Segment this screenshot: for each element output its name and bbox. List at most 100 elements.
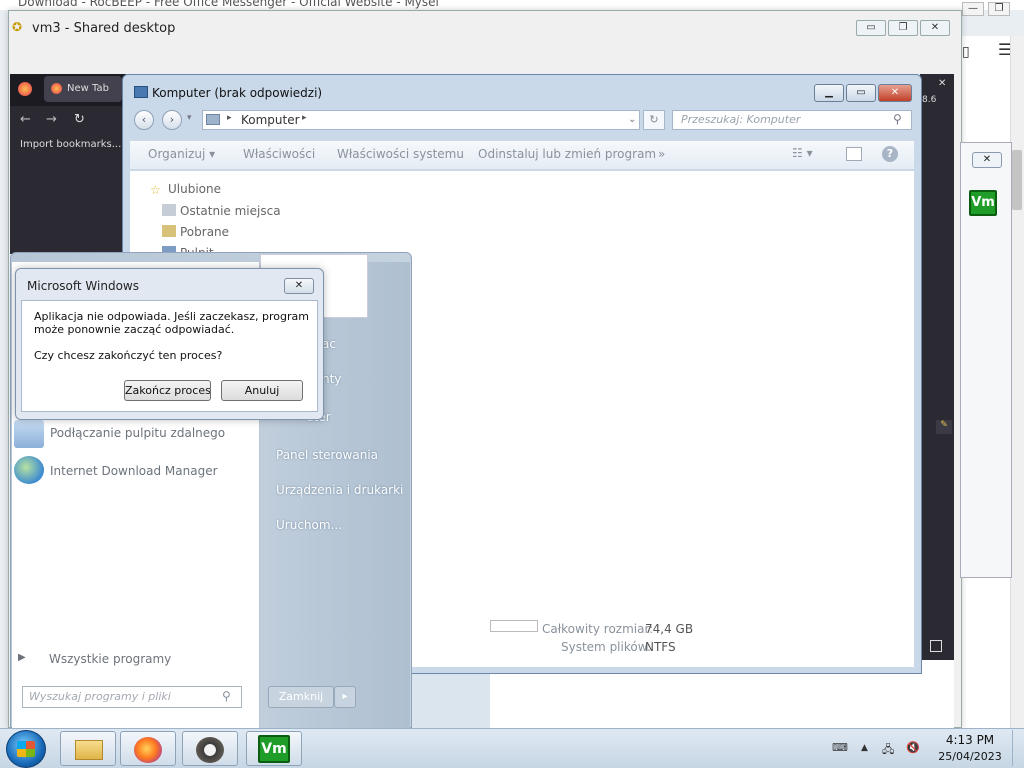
firefox-right-strip (920, 74, 954, 664)
cmd-properties[interactable]: Właściwości (243, 147, 315, 161)
cmd-more[interactable]: » (658, 147, 665, 161)
windows-logo-icon (17, 741, 35, 757)
download-manager-icon (14, 456, 44, 484)
dialog-question: Czy chcesz zakończyć ten proces? (34, 349, 223, 362)
explorer-forward-button[interactable]: › (162, 110, 182, 130)
show-desktop-button[interactable] (1012, 730, 1022, 766)
all-programs-arrow-icon: ▶ (18, 652, 26, 663)
address-chevron-icon[interactable]: ▸ (302, 113, 307, 123)
taskbar-app-raccoon[interactable] (182, 731, 238, 766)
viewer-close-button[interactable]: ✕ (920, 20, 950, 36)
start-search-icon[interactable]: ⚲ (222, 689, 231, 703)
reload-icon[interactable]: ↻ (74, 112, 85, 127)
vm-taskbar-icon: Vm (258, 735, 290, 763)
firefox-icon (18, 82, 32, 96)
taskbar-vm[interactable]: Vm (246, 731, 302, 766)
cmd-organize[interactable]: Organizuj ▾ (148, 147, 215, 161)
viewer-maximize-button[interactable]: ❐ (888, 20, 918, 36)
explorer-title: Komputer (brak odpowiedzi) (152, 86, 323, 100)
details-pane (490, 612, 914, 667)
nav-favorites-label: Ulubione (168, 182, 222, 196)
nav-favorites[interactable]: ☆ Ulubione (150, 182, 221, 196)
start-search-input[interactable]: Wyszukaj programy i pliki (22, 686, 242, 708)
cmd-uninstall[interactable]: Odinstaluj lub zmień program (478, 147, 656, 161)
start-link-devices-printers[interactable]: Urządzenia i drukarki (276, 483, 403, 497)
host-tab-title[interactable]: Download - RocBEEP - Free Office Messeng… (18, 0, 439, 9)
explorer-back-button[interactable]: ‹ (134, 110, 154, 130)
disk-usage-bar (490, 620, 538, 632)
firefox-tab-label: New Tab (67, 83, 109, 94)
filesystem-label: System plików: (561, 640, 651, 654)
nav-recent-label: Ostatnie miejsca (180, 204, 281, 218)
back-arrow-icon[interactable]: ← (20, 112, 31, 127)
start-link-run[interactable]: Uruchom... (276, 518, 342, 532)
dialog-close-button[interactable]: ✕ (284, 278, 314, 294)
network-icon[interactable]: 🖧 (882, 741, 894, 760)
cmd-system-properties[interactable]: Właściwości systemu (337, 147, 464, 161)
vm-logo-icon[interactable]: Vm (969, 190, 997, 216)
program-remote-desktop[interactable]: Podłączanie pulpitu zdalnego (50, 426, 225, 440)
taskbar-firefox[interactable] (120, 731, 176, 766)
taskbar-explorer[interactable] (60, 731, 116, 766)
help-icon[interactable]: ? (882, 146, 898, 162)
preview-pane-icon[interactable] (846, 147, 862, 161)
start-link-control-panel[interactable]: Panel sterowania (276, 448, 378, 462)
program-internet-download-manager[interactable]: Internet Download Manager (50, 464, 218, 478)
nav-recent[interactable]: Ostatnie miejsca (162, 204, 281, 218)
dialog-message: Aplikacja nie odpowiada. Jeśli zaczekasz… (34, 310, 309, 336)
remote-desktop-icon (14, 420, 44, 448)
history-dropdown-icon[interactable]: ▾ (187, 113, 192, 123)
vm-mini-close-button[interactable]: ✕ (972, 152, 1002, 168)
address-computer-icon (206, 114, 220, 125)
ff-extension-icon[interactable]: ✎ (936, 420, 952, 434)
host-sidebar-icon[interactable]: ▯ (962, 44, 970, 60)
total-size-value: 74,4 GB (645, 622, 694, 636)
host-scrollbar[interactable] (1010, 36, 1024, 728)
start-link-partial[interactable]: ac (322, 337, 336, 351)
start-link-partial[interactable]: nty (322, 372, 341, 386)
dialog-title: Microsoft Windows (27, 279, 139, 293)
refresh-icon[interactable]: ↻ (643, 110, 665, 130)
explorer-search-input[interactable]: Przeszukaj: Komputer (672, 110, 912, 130)
keyboard-icon[interactable]: ⌨ (832, 741, 848, 754)
raccoon-icon (196, 737, 224, 763)
show-hidden-icons-button[interactable]: ▲ (861, 743, 868, 753)
shutdown-options-button[interactable]: ▸ (334, 686, 356, 708)
explorer-maximize-button[interactable]: ▭ (846, 84, 876, 102)
computer-icon (134, 86, 148, 98)
total-size-label: Całkowity rozmiar: (542, 622, 654, 636)
viewer-title: vm3 - Shared desktop (32, 21, 176, 36)
clock-time[interactable]: 4:13 PM (935, 733, 1005, 747)
forward-arrow-icon[interactable]: → (46, 112, 57, 127)
star-icon: ☆ (150, 183, 161, 196)
clock-date[interactable]: 25/04/2023 (935, 750, 1005, 763)
host-scroll-thumb[interactable] (1012, 150, 1022, 210)
cancel-button[interactable]: Anuluj (221, 380, 303, 401)
view-options-icon[interactable]: ☷ ▾ (792, 146, 813, 160)
ff-close-tab-icon[interactable]: ✕ (938, 78, 946, 89)
explorer-minimize-button[interactable]: ▁ (814, 84, 844, 102)
recent-places-icon (162, 204, 176, 216)
shutdown-button[interactable]: Zamknij (268, 686, 334, 708)
address-chevron-icon[interactable]: ▸ (227, 113, 232, 123)
explorer-close-button[interactable]: ✕ (878, 84, 912, 102)
nav-downloads-label: Pobrane (180, 225, 230, 239)
firefox-tab-icon (51, 83, 62, 94)
folder-icon (75, 740, 103, 760)
host-minimize-button[interactable]: — (962, 2, 984, 16)
import-bookmarks-link[interactable]: Import bookmarks... (20, 139, 124, 150)
end-process-button[interactable]: Zakończ proces (124, 380, 211, 401)
ff-square-icon[interactable] (930, 640, 942, 652)
search-icon[interactable]: ⚲ (893, 112, 902, 126)
address-dropdown-icon[interactable]: ⌄ (628, 114, 636, 125)
filesystem-value: NTFS (645, 640, 676, 654)
viewer-minimize-button[interactable]: ▭ (856, 20, 886, 36)
host-maximize-button[interactable]: ❐ (988, 2, 1010, 16)
firefox-taskbar-icon (134, 737, 162, 763)
ff-version-text: 8.6 (922, 95, 937, 105)
nav-downloads[interactable]: Pobrane (162, 225, 229, 239)
volume-muted-icon[interactable]: 🔇 (906, 741, 920, 754)
address-text[interactable]: Komputer (241, 113, 300, 127)
all-programs-link[interactable]: Wszystkie programy (49, 652, 171, 666)
viewer-app-icon: ✪ (12, 20, 23, 34)
